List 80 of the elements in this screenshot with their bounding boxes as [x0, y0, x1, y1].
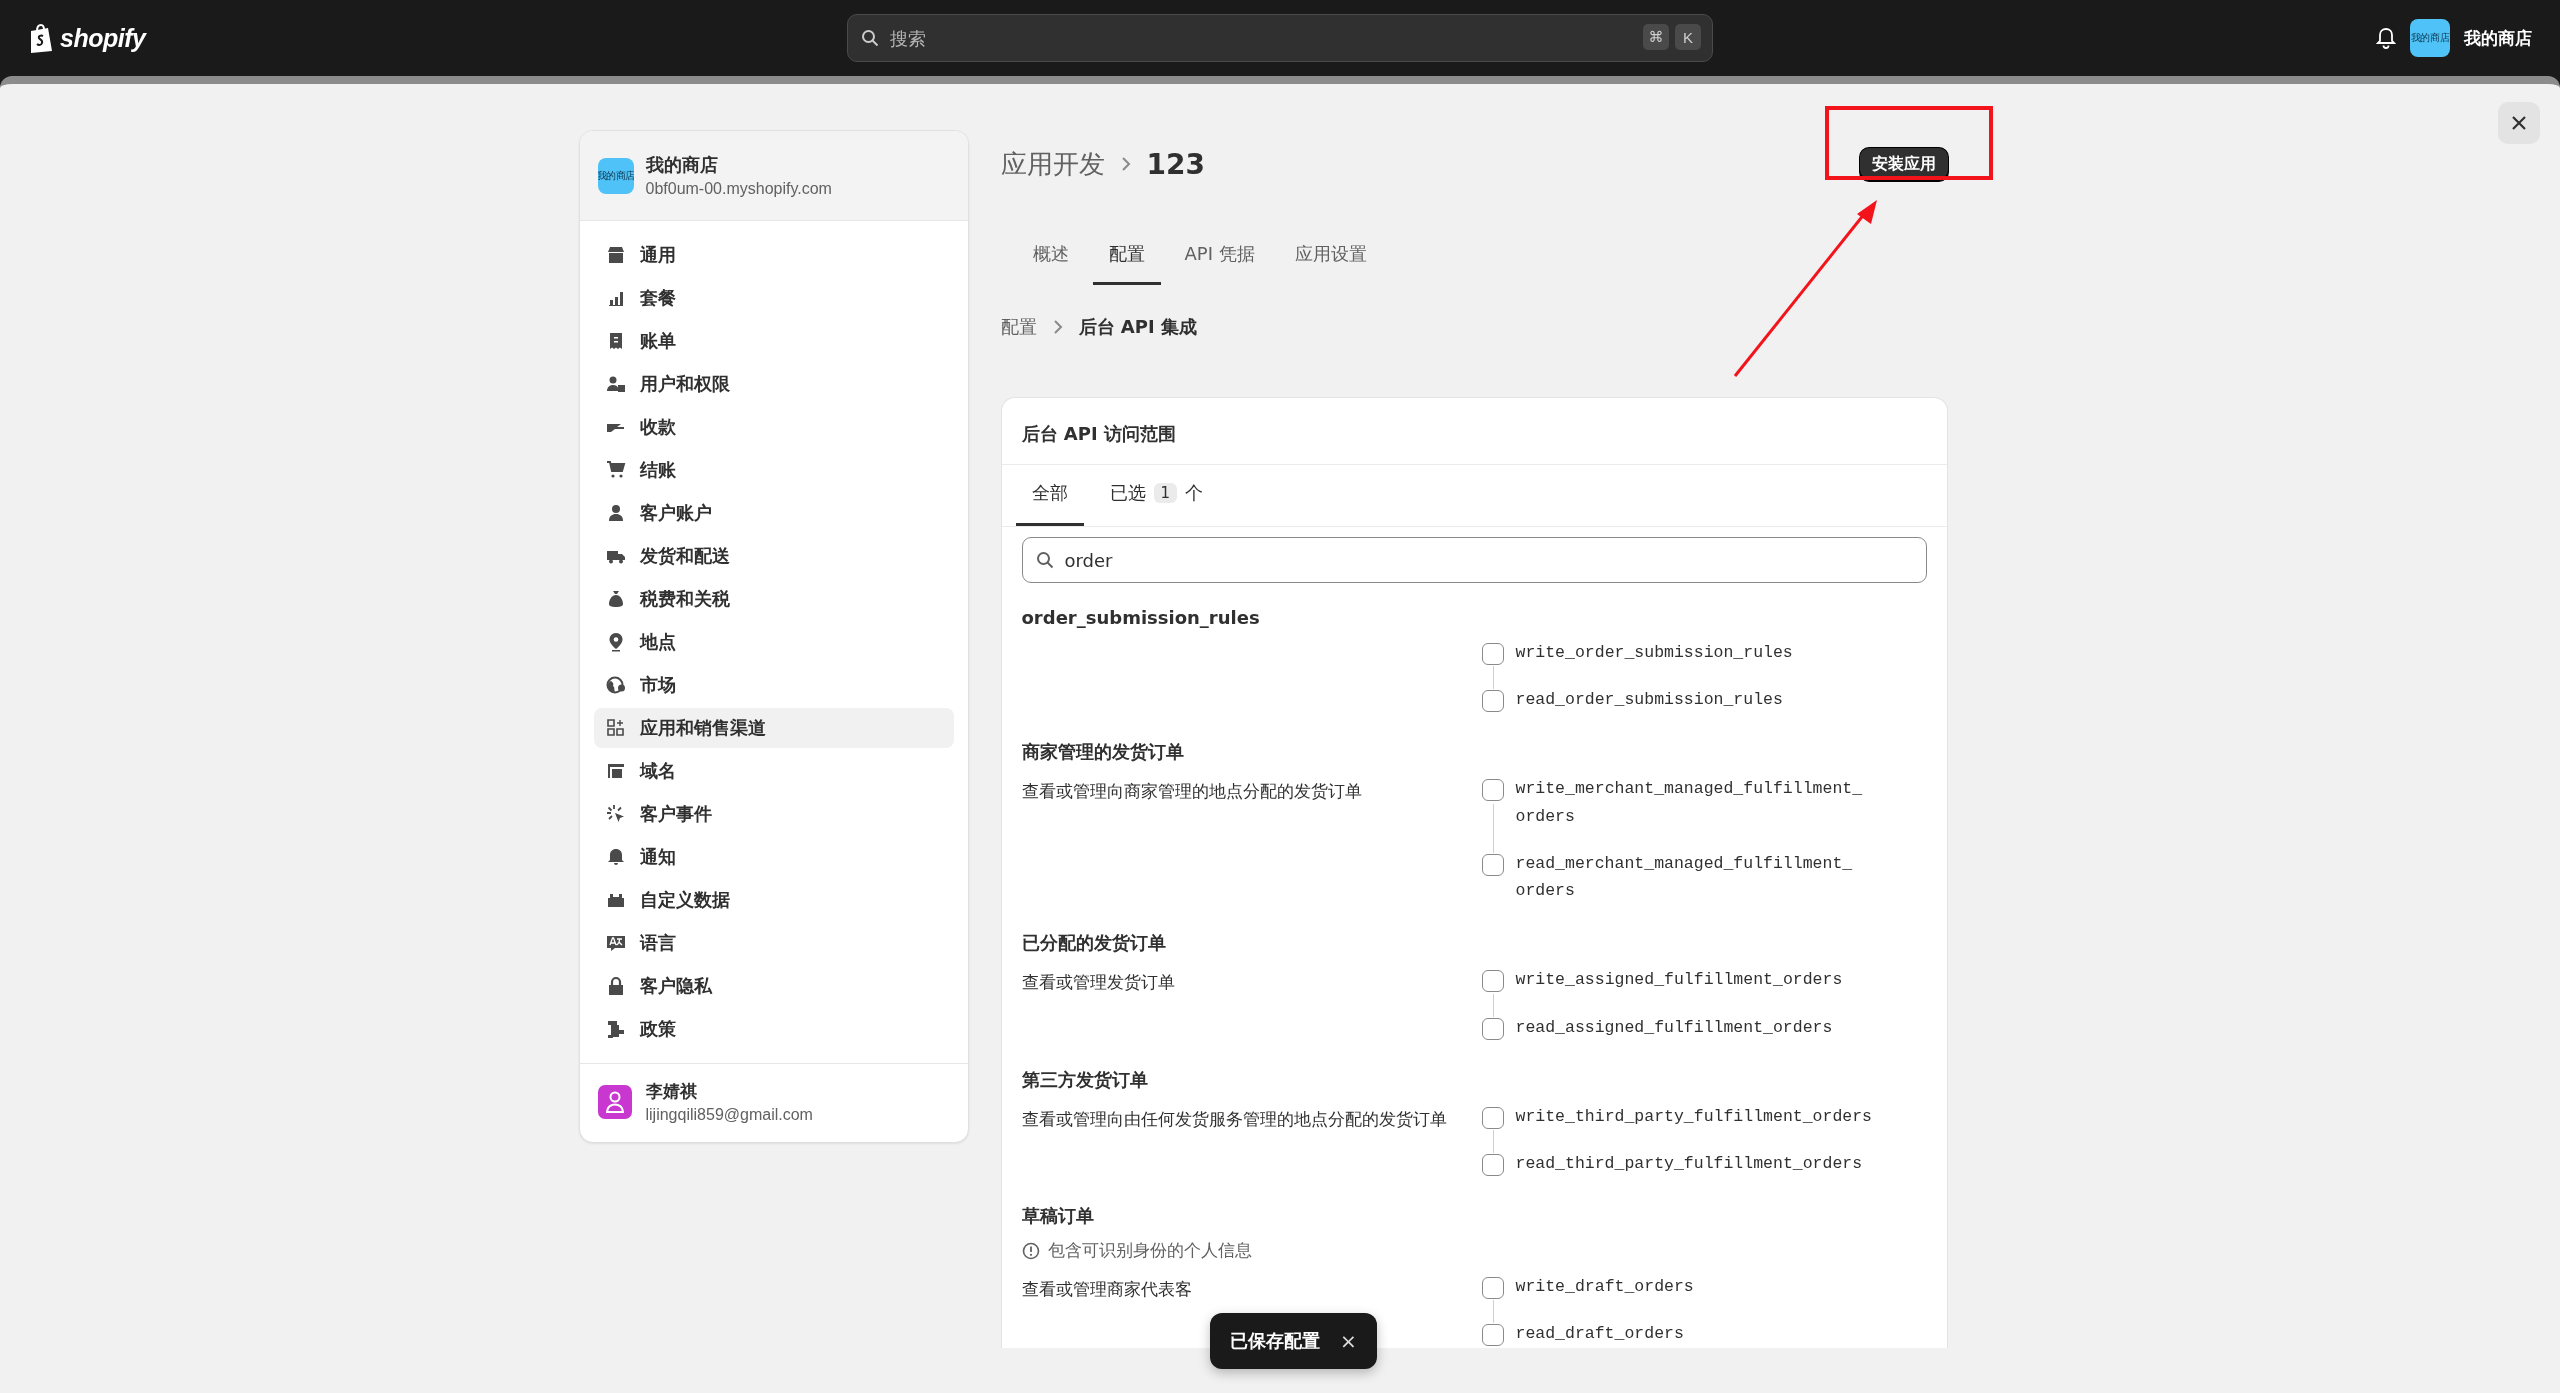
sidebar-item[interactable]: 客户隐私	[593, 966, 954, 1006]
group-title: 商家管理的发货订单	[1021, 740, 1185, 765]
scope-checkbox[interactable]: write_draft_orders	[1481, 1276, 1927, 1301]
group-title: order_submission_rules	[1021, 607, 1261, 628]
privacy-note: 包含可识别身份的个人信息	[1047, 1240, 1252, 1263]
group-description: 查看或管理商家代表客	[1021, 1278, 1192, 1302]
sidebar-item[interactable]: 客户事件	[593, 794, 954, 834]
current-page-label: 后台 API 集成	[1078, 315, 1197, 339]
shortcut-key: ⌘	[1643, 24, 1669, 50]
user-avatar	[597, 1085, 632, 1119]
apps-icon	[605, 718, 626, 738]
group-title: 草稿订单	[1021, 1204, 1095, 1229]
sidebar-item[interactable]: 结账	[593, 450, 954, 490]
sidebar-item[interactable]: 通用	[593, 235, 954, 275]
sidebar-item[interactable]: 应用和销售渠道	[593, 708, 954, 748]
close-icon	[2511, 115, 2527, 131]
sidebar-item[interactable]: 市场	[593, 665, 954, 705]
tab[interactable]: 应用设置	[1278, 230, 1383, 285]
tab[interactable]: 已选 1 个	[1093, 465, 1220, 526]
sidebar-item[interactable]: 税费和关税	[593, 579, 954, 619]
close-toast-button[interactable]: ×	[1340, 1329, 1357, 1353]
store-icon	[605, 245, 626, 265]
chevron-right-icon	[1120, 156, 1131, 172]
sidebar-item[interactable]: 发货和配送	[593, 536, 954, 576]
group-description: 查看或管理向商家管理的地点分配的发货订单	[1021, 780, 1362, 804]
store-name: 我的商店	[645, 153, 719, 177]
shopify-logo: shopify	[60, 23, 146, 53]
scope-checkbox[interactable]: read_third_party_fulfillment_orders	[1481, 1152, 1927, 1178]
group-description: 查看或管理发货订单	[1021, 971, 1175, 995]
shortcut-key: K	[1675, 24, 1701, 50]
sidebar-item[interactable]: 套餐	[593, 278, 954, 318]
sidebar-item[interactable]: 客户账户	[593, 493, 954, 533]
cart-icon	[605, 460, 626, 480]
bell-icon[interactable]	[2376, 27, 2396, 49]
close-button[interactable]	[2498, 102, 2540, 144]
toast-message: 已保存配置	[1230, 1329, 1320, 1353]
users-icon	[605, 374, 626, 394]
group-title: 第三方发货订单	[1021, 1067, 1149, 1092]
user-name: 李婧祺	[645, 1080, 698, 1103]
globe-icon	[605, 675, 626, 695]
tab[interactable]: API 凭据	[1168, 230, 1271, 285]
browser-window-icon	[605, 761, 626, 781]
tab[interactable]: 概述	[1016, 230, 1085, 285]
sidebar-item[interactable]: 账单	[593, 321, 954, 361]
scope-checkbox[interactable]: read_merchant_managed_fulfillment_orders	[1481, 852, 1927, 905]
scope-checkbox[interactable]: write_assigned_fulfillment_orders	[1481, 969, 1927, 994]
info-icon	[1021, 1242, 1040, 1261]
breadcrumb-link[interactable]: 配置	[1000, 315, 1037, 339]
tab[interactable]: 配置	[1092, 230, 1161, 285]
sidebar-item[interactable]: 用户和权限	[593, 364, 954, 404]
cursor-click-icon	[605, 804, 626, 824]
scope-checkbox[interactable]: read_assigned_fulfillment_orders	[1481, 1016, 1927, 1041]
sidebar-item[interactable]: 地点	[593, 622, 954, 662]
sidebar-item[interactable]: 自定义数据	[593, 880, 954, 920]
sidebar-item[interactable]: 政策	[593, 1009, 954, 1049]
sidebar-item[interactable]: 通知	[593, 837, 954, 877]
translate-icon	[605, 933, 626, 953]
search-icon	[1035, 551, 1054, 569]
group-title: 已分配的发货订单	[1021, 931, 1167, 956]
scope-checkbox[interactable]: read_order_submission_rules	[1481, 689, 1927, 714]
shopping-bag-icon	[28, 23, 54, 53]
sidebar-item[interactable]: 域名	[593, 751, 954, 791]
count-badge: 1	[1153, 483, 1178, 503]
chevron-right-icon	[1052, 319, 1063, 335]
scope-checkbox[interactable]: write_merchant_managed_fulfillment_orders	[1481, 778, 1927, 830]
store-menu-button[interactable]: 我的商店	[2464, 26, 2532, 50]
user-email: lijingqili859@gmail.com	[645, 1106, 813, 1124]
page-title: 123	[1146, 147, 1205, 181]
sidebar-item[interactable]: 收款	[593, 407, 954, 447]
search-field[interactable]: order	[1021, 537, 1927, 583]
breadcrumb-link[interactable]: 应用开发	[1000, 146, 1105, 182]
store-avatar: 我的商店	[2410, 19, 2450, 57]
sidebar-item[interactable]: 语言	[593, 923, 954, 963]
scope-checkbox[interactable]: write_third_party_fulfillment_orders	[1481, 1105, 1927, 1130]
store-domain: 0bf0um-00.myshopify.com	[645, 180, 832, 198]
tab[interactable]: 全部	[1015, 465, 1084, 526]
group-description: 查看或管理向由任何发货服务管理的地点分配的发货订单	[1021, 1107, 1447, 1131]
scope-checkbox[interactable]: read_draft_orders	[1481, 1323, 1927, 1348]
scope-checkbox[interactable]: write_order_submission_rules	[1481, 642, 1927, 667]
card-title: 后台 API 访问范围	[1001, 398, 1947, 465]
